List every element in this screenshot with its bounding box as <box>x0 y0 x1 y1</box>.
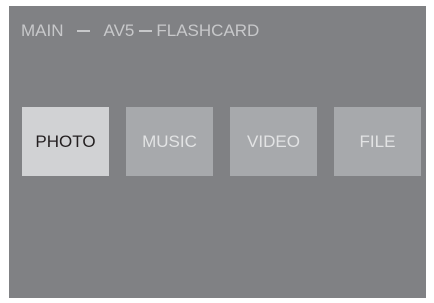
separator-dash <box>76 30 90 32</box>
menu-item-file[interactable]: FILE <box>334 107 421 176</box>
separator-dash <box>139 30 153 32</box>
breadcrumb-input: AV5 <box>103 21 135 40</box>
menu-item-music[interactable]: MUSIC <box>126 107 213 176</box>
breadcrumb-source: FLASHCARD <box>156 21 260 40</box>
breadcrumb: MAIN AV5 FLASHCARD <box>21 21 259 41</box>
menu-item-video[interactable]: VIDEO <box>230 107 317 176</box>
breadcrumb-main: MAIN <box>21 21 64 40</box>
media-menu: PHOTO MUSIC VIDEO FILE <box>22 107 421 176</box>
osd-screen: MAIN AV5 FLASHCARD PHOTO MUSIC VIDEO FIL… <box>9 6 426 298</box>
menu-item-photo[interactable]: PHOTO <box>22 107 109 176</box>
